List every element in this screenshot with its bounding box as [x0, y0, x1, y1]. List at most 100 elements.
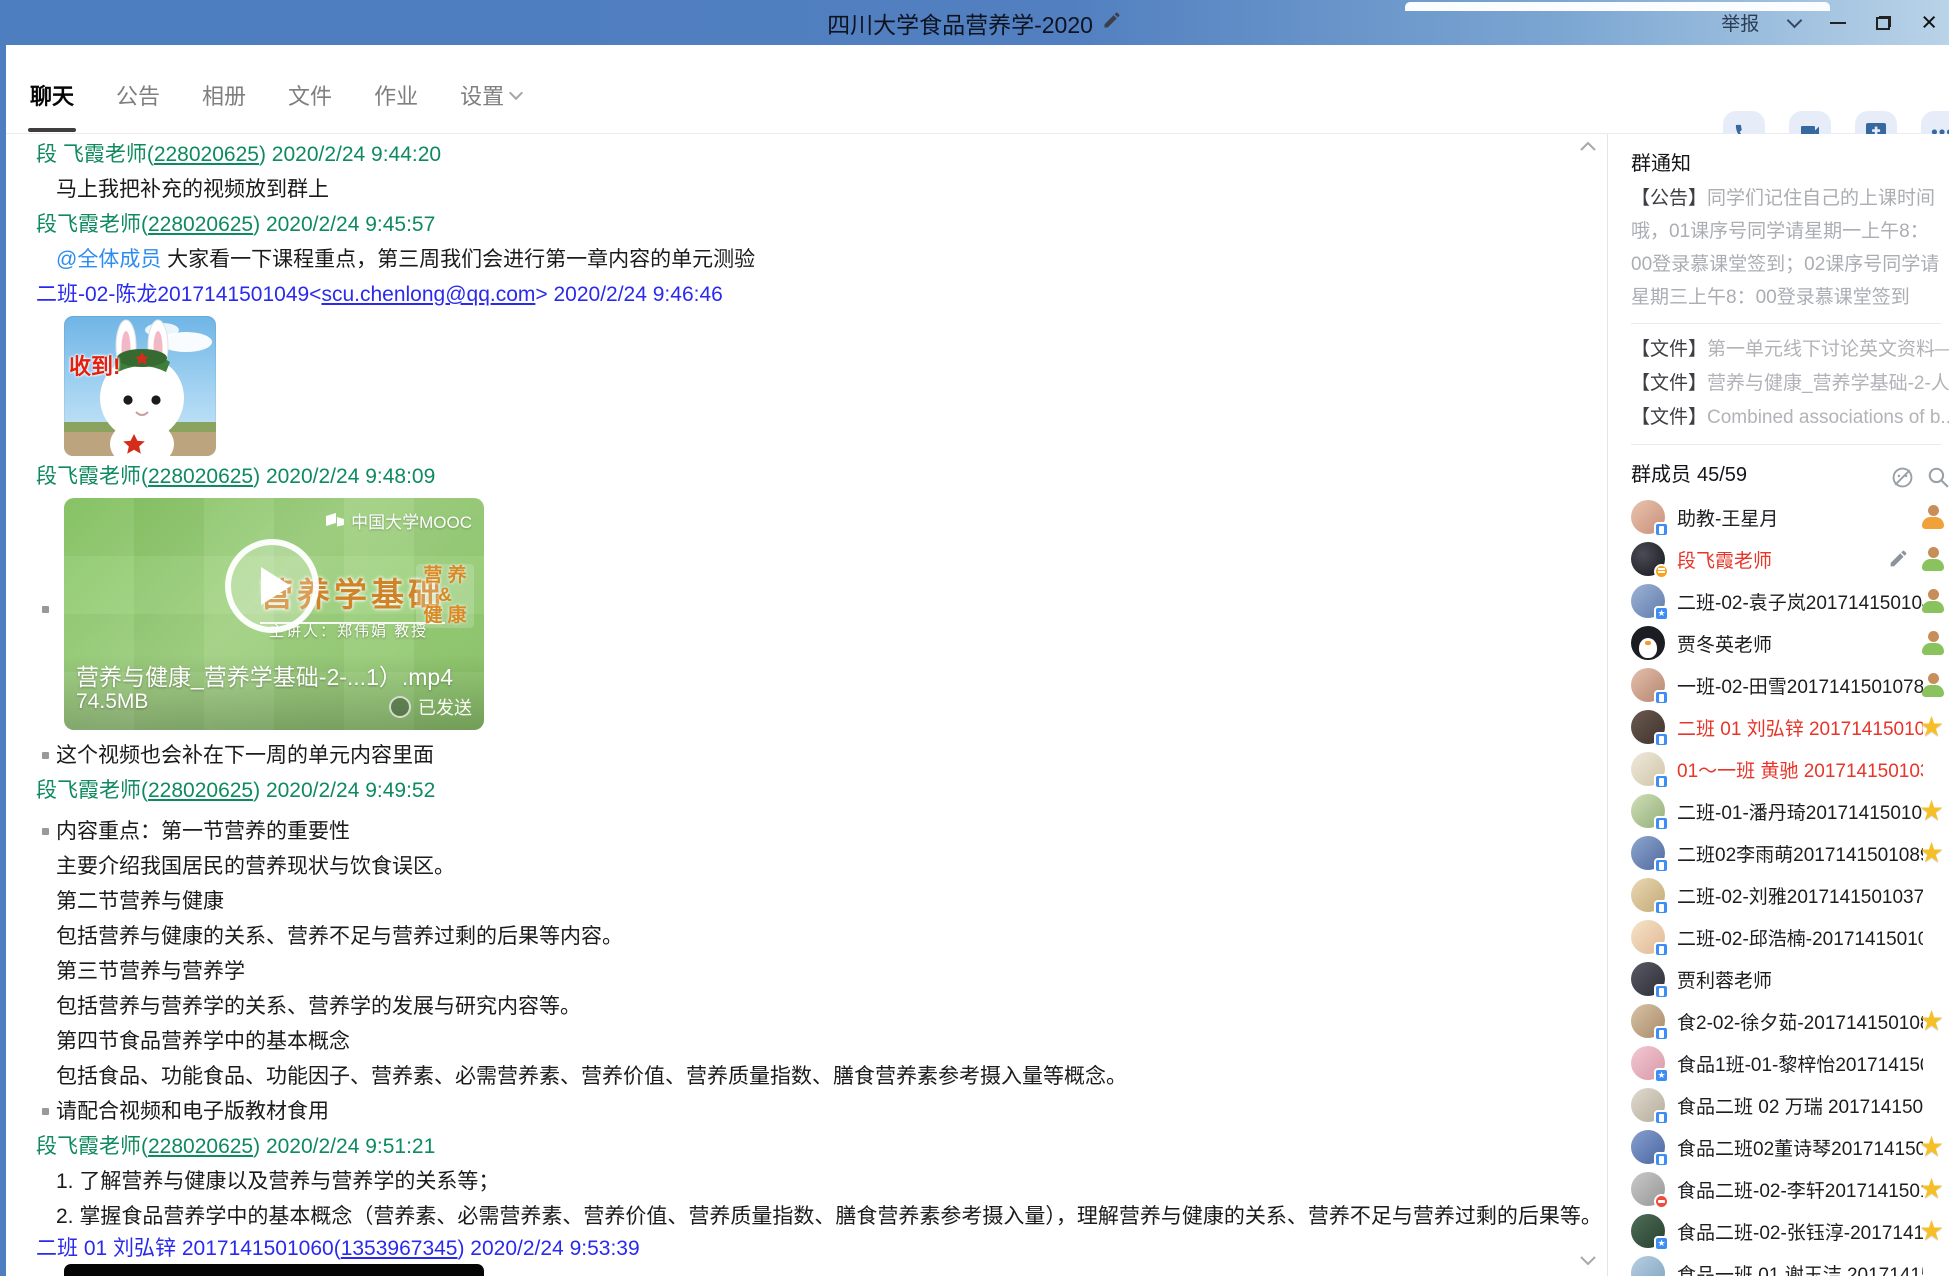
message-text: 包括营养与营养学的关系、营养学的发展与研究内容等。 — [36, 989, 1607, 1024]
qq-number-link[interactable]: 1353967345 — [341, 1237, 458, 1260]
edit-member-icon[interactable] — [1888, 548, 1909, 574]
close-icon[interactable]: × — [1921, 9, 1937, 36]
member-name: 食品一班 01 谢玉洁 201714150107 — [1677, 1260, 1923, 1276]
busy-status-icon — [1654, 1194, 1669, 1209]
video-filename: 营养与健康_营养学基础-2-...1）.mp4 — [76, 658, 453, 692]
qq-number-link[interactable]: 228020625 — [148, 213, 253, 236]
member-row[interactable]: 二班-02-袁子岚201714150104 — [1631, 580, 1949, 622]
tab-announcements[interactable]: 公告 — [116, 79, 160, 111]
member-row[interactable]: 食品一班 01 谢玉洁 201714150107 — [1631, 1252, 1949, 1276]
sticker-image[interactable]: 收到! — [64, 316, 216, 456]
avatar — [1631, 668, 1665, 702]
message-text: 请配合视频和电子版教材食用 — [36, 1094, 1607, 1129]
sidebar: 群通知 【公告】同学们记住自己的上课时间哦，01课序号同学请星期一上午8：00登… — [1607, 134, 1949, 1276]
member-name: 食品二班-02-张钰淳-20171415 — [1677, 1218, 1923, 1245]
member-row[interactable]: 二班 01 刘弘锌 201714150106 — [1631, 706, 1949, 748]
tab-album[interactable]: 相册 — [202, 79, 246, 111]
video-message-row: 中国大学MOOC 营养学基础 主讲人：郑伟娟 教授 营 养 & 健 康 营养与健… — [36, 498, 1607, 730]
member-row[interactable]: 食品二班02董诗琴20171415011 — [1631, 1126, 1949, 1168]
member-row[interactable]: 段飞霞老师 — [1631, 538, 1949, 580]
video-thumbnail[interactable]: 中国大学MOOC 营养学基础 主讲人：郑伟娟 教授 营 养 & 健 康 营养与健… — [64, 498, 484, 730]
qq-number-link[interactable]: 228020625 — [148, 1135, 253, 1158]
loading-video-thumbnail[interactable] — [64, 1264, 484, 1276]
notice-file-item[interactable]: 【文件】Combined associations of b... — [1631, 401, 1949, 435]
message-header: 段飞霞老师(228020625) 2020/2/24 9:48:09 — [36, 462, 1607, 492]
divider — [1631, 323, 1941, 324]
email-link[interactable]: scu.chenlong@qq.com — [321, 283, 535, 306]
tab-chat[interactable]: 聊天 — [30, 79, 74, 111]
member-row[interactable]: 食品二班 02 万瑞 2017141501014 — [1631, 1084, 1949, 1126]
tab-files[interactable]: 文件 — [288, 79, 332, 111]
video-filesize: 74.5MB — [76, 690, 148, 714]
mobile-online-icon — [1654, 1152, 1669, 1167]
member-name: 食品二班02董诗琴20171415011 — [1677, 1134, 1923, 1161]
message-text: 这个视频也会补在下一周的单元内容里面 — [36, 738, 1607, 773]
member-name: 一班-02-田雪2017141501078 — [1677, 672, 1923, 699]
message-text: 主要介绍我国居民的营养现状与饮食误区。 — [36, 849, 1607, 884]
member-row[interactable]: 助教-王星月 — [1631, 496, 1949, 538]
video-side-caption: 营 养 & 健 康 — [416, 564, 474, 628]
sticker-text: 收到! — [69, 349, 120, 381]
notice-file-item[interactable]: 【文件】第一单元线下讨论英文资料—... — [1631, 333, 1949, 367]
member-row[interactable]: 二班02李雨萌2017141501089 — [1631, 832, 1949, 874]
mobile-online-icon — [1654, 690, 1669, 705]
member-row[interactable]: 食2-02-徐夕茹-201714150108 — [1631, 1000, 1949, 1042]
avatar — [1631, 1046, 1665, 1080]
member-name: 助教-王星月 — [1677, 504, 1778, 531]
member-row[interactable]: 食品二班-02-张钰淳-20171415 — [1631, 1210, 1949, 1252]
chevron-down-icon[interactable] — [1787, 12, 1803, 28]
file-name: Combined associations of b... — [1707, 407, 1949, 428]
message-header: 段飞霞老师(228020625) 2020/2/24 9:51:21 — [36, 1129, 1607, 1164]
star-badge-icon — [1919, 790, 1949, 832]
mobile-online-icon — [1654, 1110, 1669, 1125]
announcement-label: 【公告】 — [1631, 188, 1707, 209]
avatar — [1631, 542, 1665, 576]
sent-emblem-icon — [389, 696, 411, 718]
maximize-icon[interactable] — [1876, 16, 1891, 30]
member-row[interactable]: 一班-02-田雪2017141501078 — [1631, 664, 1949, 706]
group-announcement[interactable]: 【公告】同学们记住自己的上课时间哦，01课序号同学请星期一上午8：00登录慕课堂… — [1631, 182, 1949, 314]
member-row[interactable]: 二班-02-邱浩楠-2017141501093 — [1631, 916, 1949, 958]
member-name: 二班 01 刘弘锌 201714150106 — [1677, 714, 1923, 741]
star-badge-icon — [1919, 1000, 1949, 1042]
play-icon[interactable] — [225, 539, 319, 633]
chat-message-area[interactable]: 段 飞霞老师(228020625) 2020/2/24 9:44:20 马上我把… — [6, 134, 1607, 1276]
qq-number-link[interactable]: 228020625 — [148, 465, 253, 488]
video-sent-status: 已发送 — [389, 694, 472, 720]
avatar — [1631, 1004, 1665, 1038]
role-badge-icon — [1921, 589, 1945, 613]
report-button[interactable]: 举报 — [1721, 9, 1759, 36]
qq-number-link[interactable]: 228020625 — [148, 779, 253, 802]
member-row[interactable]: 二班-02-刘雅2017141501037 — [1631, 874, 1949, 916]
message-header: 段飞霞老师(228020625) 2020/2/24 9:49:52 — [36, 773, 1607, 808]
notice-file-item[interactable]: 【文件】营养与健康_营养学基础-2-人... — [1631, 367, 1949, 401]
message-text: 第二节营养与健康 — [36, 884, 1607, 919]
member-row[interactable]: 二班-01-潘丹琦201714150102 — [1631, 790, 1949, 832]
mobile-online-icon — [1654, 606, 1669, 621]
mobile-online-icon — [1654, 984, 1669, 999]
qq-number-link[interactable]: 228020625 — [154, 143, 259, 166]
tab-bar: 聊天 公告 相册 文件 作业 设置 — [0, 45, 1949, 134]
member-row[interactable]: 01～一班 黄驰 2017141501035 — [1631, 748, 1949, 790]
mention-all-link[interactable]: @全体成员 — [56, 248, 161, 271]
tab-homework[interactable]: 作业 — [374, 79, 418, 111]
member-row[interactable]: 贾冬英老师 — [1631, 622, 1949, 664]
message-header: 二班 01 刘弘锌 2017141501060(1353967345) 2020… — [36, 1234, 1607, 1264]
member-row[interactable]: 贾利蓉老师 — [1631, 958, 1949, 1000]
edit-title-icon[interactable] — [1102, 10, 1122, 35]
mobile-online-icon — [1654, 942, 1669, 957]
member-row[interactable]: 食品二班-02-李轩20171415010 — [1631, 1168, 1949, 1210]
member-name: 贾冬英老师 — [1677, 630, 1772, 657]
avatar — [1631, 710, 1665, 744]
tab-settings[interactable]: 设置 — [460, 79, 521, 111]
member-row[interactable]: 食品1班-01-黎梓怡2017141501020 — [1631, 1042, 1949, 1084]
mobile-online-icon — [1654, 1026, 1669, 1041]
message-header: 二班-02-陈龙2017141501049<scu.chenlong@qq.co… — [36, 277, 1607, 312]
star-badge-icon — [1919, 1210, 1949, 1252]
member-name: 食2-02-徐夕茹-201714150108 — [1677, 1008, 1923, 1035]
file-name: 第一单元线下讨论英文资料—... — [1707, 339, 1949, 360]
minimize-icon[interactable] — [1830, 22, 1846, 24]
avatar — [1631, 1088, 1665, 1122]
member-name: 段飞霞老师 — [1677, 546, 1772, 573]
avatar — [1631, 500, 1665, 534]
